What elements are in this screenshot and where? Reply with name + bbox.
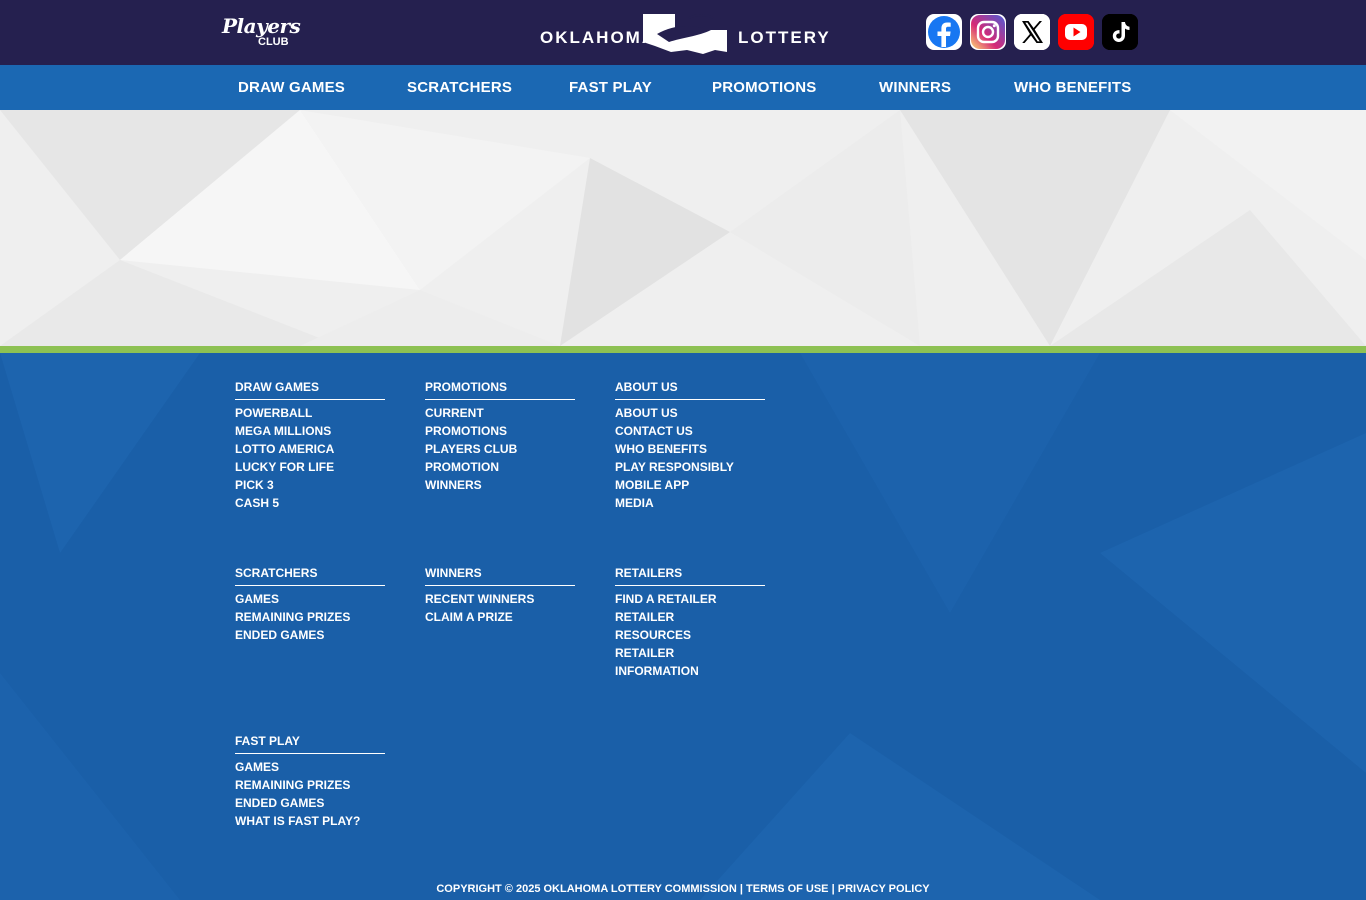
footer-heading: SCRATCHERS: [235, 564, 385, 586]
footer-link[interactable]: FIND A RETAILER: [615, 590, 765, 608]
privacy-link[interactable]: PRIVACY POLICY: [838, 883, 930, 895]
footer-link[interactable]: POWERBALL: [235, 404, 385, 422]
footer-heading: ABOUT US: [615, 378, 765, 400]
tiktok-link[interactable]: [1102, 14, 1138, 50]
hero-banner: [0, 110, 1366, 346]
banner-pattern: [0, 110, 1366, 346]
x-link[interactable]: [1014, 14, 1050, 50]
footer-link[interactable]: LOTTO AMERICA: [235, 440, 385, 458]
footer-col-retailers: RETAILERS FIND A RETAILER RETAILER RESOU…: [615, 564, 765, 680]
nav-fast-play[interactable]: FAST PLAY: [569, 65, 652, 110]
oklahoma-state-bird-icon: [643, 14, 727, 54]
copyright-text: COPYRIGHT © 2025 OKLAHOMA LOTTERY COMMIS…: [436, 883, 737, 895]
footer-link[interactable]: RETAILER RESOURCES: [615, 608, 705, 644]
top-header: Players CLUB OKLAHOMA LOTTERY: [0, 0, 1366, 65]
players-club-wordmark: Players: [222, 14, 301, 38]
footer-link[interactable]: PICK 3: [235, 476, 385, 494]
logo-text-oklahoma: OKLAHOMA: [540, 28, 657, 47]
footer-col-draw-games: DRAW GAMES POWERBALL MEGA MILLIONS LOTTO…: [235, 378, 385, 512]
footer-col-about-us: ABOUT US ABOUT US CONTACT US WHO BENEFIT…: [615, 378, 765, 512]
players-club-sub: CLUB: [258, 36, 289, 48]
footer-col-fast-play: FAST PLAY GAMES REMAINING PRIZES ENDED G…: [235, 732, 385, 830]
nav-scratchers[interactable]: SCRATCHERS: [407, 65, 512, 110]
footer-link[interactable]: CONTACT US: [615, 422, 765, 440]
youtube-link[interactable]: [1058, 14, 1094, 50]
footer-link[interactable]: WHAT IS FAST PLAY?: [235, 812, 385, 830]
facebook-icon: [928, 16, 960, 48]
footer-heading: FAST PLAY: [235, 732, 385, 754]
nav-winners[interactable]: WINNERS: [879, 65, 951, 110]
nav-who-benefits[interactable]: WHO BENEFITS: [1014, 65, 1131, 110]
footer-link[interactable]: MEGA MILLIONS: [235, 422, 385, 440]
footer-link[interactable]: RECENT WINNERS: [425, 590, 575, 608]
tiktok-icon: [1102, 14, 1138, 50]
footer-link[interactable]: REMAINING PRIZES: [235, 776, 385, 794]
main-nav: DRAW GAMES SCRATCHERS FAST PLAY PROMOTIO…: [0, 65, 1366, 110]
instagram-link[interactable]: [970, 14, 1006, 50]
oklahoma-lottery-logo[interactable]: OKLAHOMA LOTTERY: [540, 12, 830, 56]
banner-divider: [0, 346, 1366, 353]
instagram-icon: [971, 15, 1005, 49]
footer-link[interactable]: ENDED GAMES: [235, 794, 385, 812]
footer-link[interactable]: WHO BENEFITS: [615, 440, 765, 458]
footer-link[interactable]: GAMES: [235, 758, 385, 776]
nav-draw-games[interactable]: DRAW GAMES: [238, 65, 345, 110]
footer-heading: PROMOTIONS: [425, 378, 575, 400]
separator: |: [831, 883, 835, 895]
footer-heading: RETAILERS: [615, 564, 765, 586]
separator: |: [739, 883, 743, 895]
facebook-link[interactable]: [926, 14, 962, 50]
footer-col-winners: WINNERS RECENT WINNERS CLAIM A PRIZE: [425, 564, 575, 626]
footer-link[interactable]: GAMES: [235, 590, 385, 608]
copyright-bar: COPYRIGHT © 2025 OKLAHOMA LOTTERY COMMIS…: [0, 883, 1366, 895]
footer-link[interactable]: RETAILER INFORMATION: [615, 644, 715, 680]
players-club-logo[interactable]: Players CLUB: [222, 12, 301, 54]
footer-link[interactable]: MEDIA: [615, 494, 765, 512]
footer-link[interactable]: REMAINING PRIZES: [235, 608, 385, 626]
x-icon: [1014, 14, 1050, 50]
footer-link[interactable]: LUCKY FOR LIFE: [235, 458, 385, 476]
footer-heading: DRAW GAMES: [235, 378, 385, 400]
terms-link[interactable]: TERMS OF USE: [746, 883, 829, 895]
footer-link[interactable]: CASH 5: [235, 494, 385, 512]
youtube-icon: [1058, 14, 1094, 50]
footer-link[interactable]: PLAY RESPONSIBLY: [615, 458, 765, 476]
logo-text-lottery: LOTTERY: [738, 28, 831, 47]
nav-promotions[interactable]: PROMOTIONS: [712, 65, 817, 110]
footer-col-scratchers: SCRATCHERS GAMES REMAINING PRIZES ENDED …: [235, 564, 385, 644]
footer-link[interactable]: ABOUT US: [615, 404, 765, 422]
footer-link[interactable]: MOBILE APP: [615, 476, 765, 494]
footer-heading: WINNERS: [425, 564, 575, 586]
footer-link[interactable]: CURRENT PROMOTIONS: [425, 404, 535, 440]
footer-link[interactable]: CLAIM A PRIZE: [425, 608, 575, 626]
footer-link[interactable]: ENDED GAMES: [235, 626, 385, 644]
footer-link[interactable]: PLAYERS CLUB PROMOTION WINNERS: [425, 440, 535, 494]
footer-col-promotions: PROMOTIONS CURRENT PROMOTIONS PLAYERS CL…: [425, 378, 575, 494]
